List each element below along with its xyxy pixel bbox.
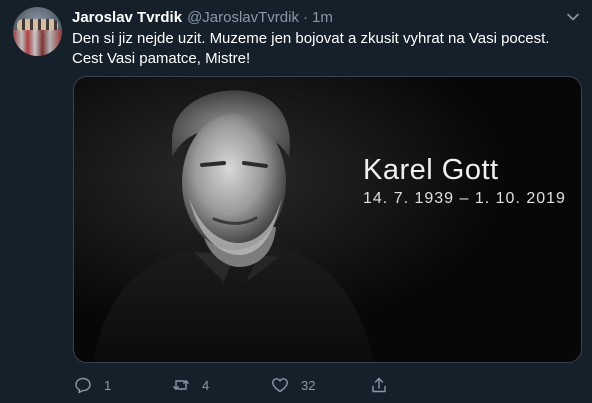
retweet-icon xyxy=(173,380,189,390)
reply-button[interactable]: 1 xyxy=(74,370,111,400)
tweet-timestamp[interactable]: 1m xyxy=(312,9,333,26)
avatar[interactable] xyxy=(13,7,62,56)
memorial-dates: 14. 7. 1939 – 1. 10. 2019 xyxy=(363,190,566,207)
avatar-group-jerseys xyxy=(13,30,62,56)
tweet-actions: 1 4 32 xyxy=(72,370,492,400)
memorial-name: Karel Gott xyxy=(363,154,499,186)
share-button[interactable] xyxy=(370,370,388,400)
chevron-down-icon[interactable] xyxy=(566,10,580,24)
reply-icon xyxy=(75,377,91,394)
tweet-text: Den si jiz nejde uzit. Muzeme jen bojova… xyxy=(72,30,550,67)
author-name[interactable]: Jaroslav Tvrdik xyxy=(72,9,182,26)
portrait-photo xyxy=(74,77,581,362)
share-icon xyxy=(372,377,386,393)
header-separator: · xyxy=(302,8,308,26)
retweet-button[interactable]: 4 xyxy=(172,370,209,400)
retweet-count: 4 xyxy=(202,377,210,393)
like-count: 32 xyxy=(301,377,316,393)
reply-count: 1 xyxy=(104,377,112,393)
like-button[interactable]: 32 xyxy=(271,370,315,400)
tweet-media[interactable]: Karel Gott 14. 7. 1939 – 1. 10. 2019 xyxy=(73,76,582,363)
tweet-header: Jaroslav Tvrdik @JaroslavTvrdik · 1m xyxy=(72,7,552,27)
heart-icon xyxy=(272,378,288,393)
author-handle[interactable]: @JaroslavTvrdik xyxy=(187,9,299,26)
